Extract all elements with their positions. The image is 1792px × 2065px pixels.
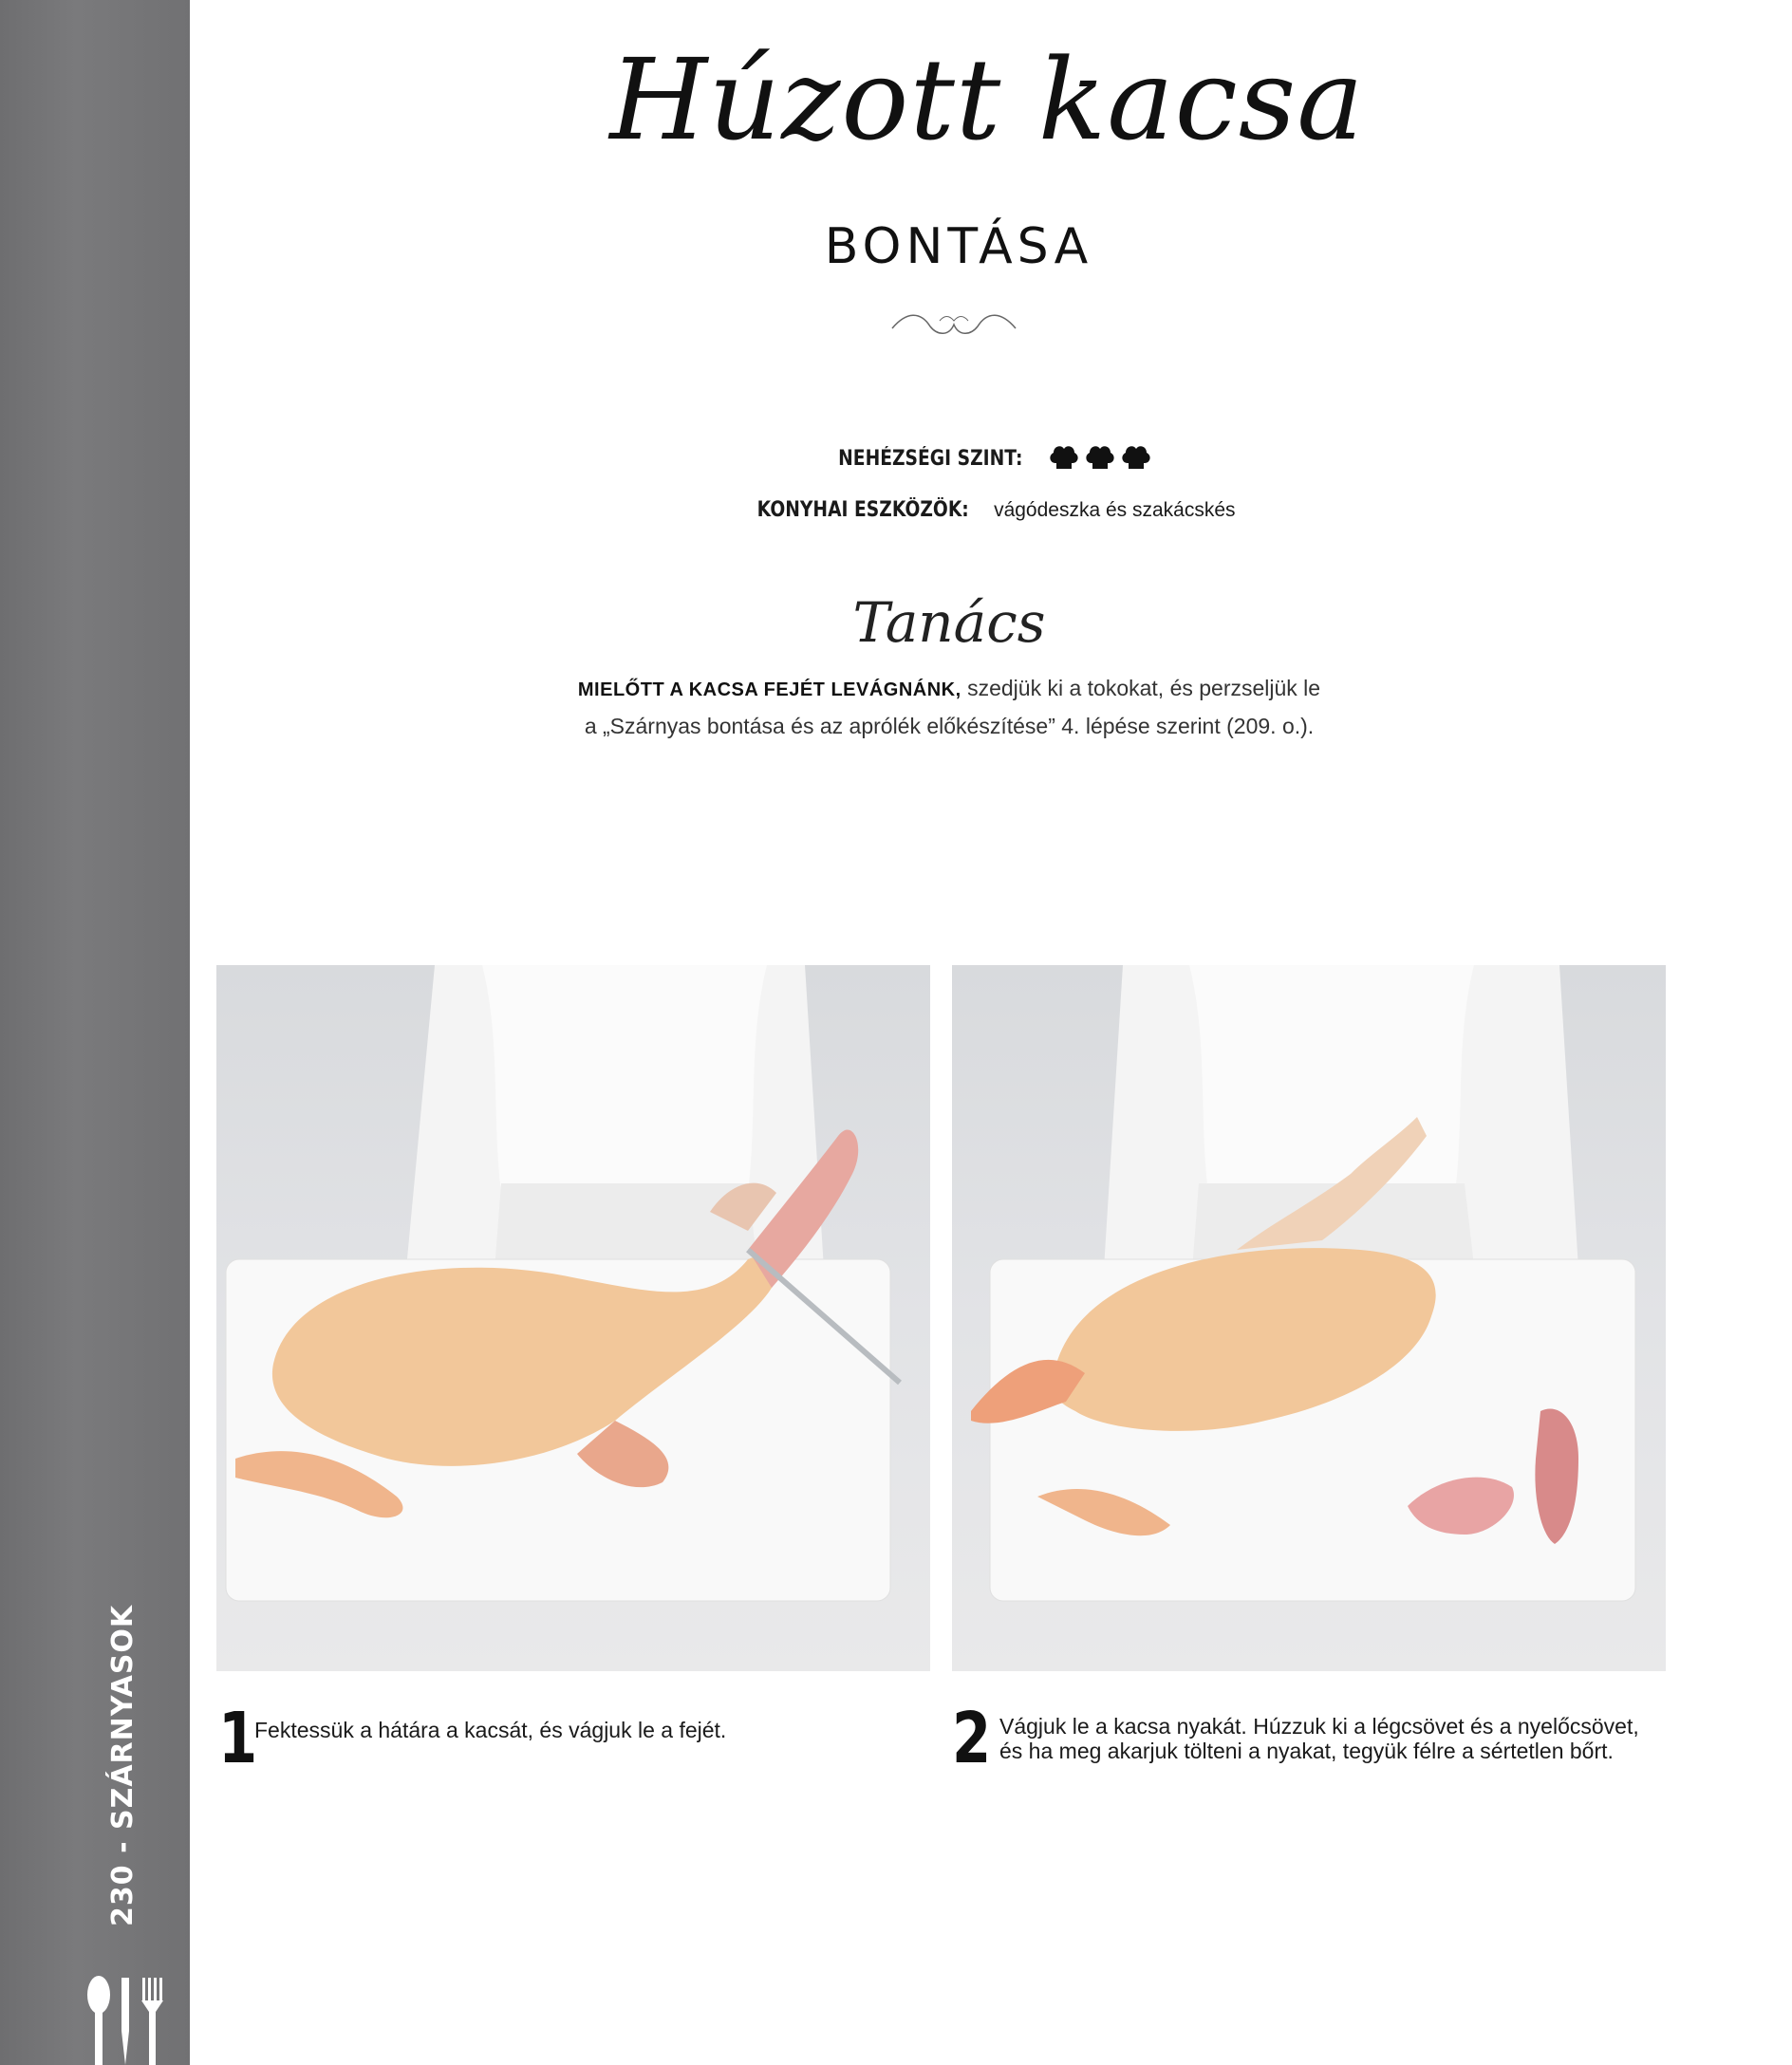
- step-2-number: 2: [952, 1698, 992, 1779]
- page-title-script: Húzott kacsa: [609, 34, 1365, 165]
- step-2-photo: [952, 965, 1666, 1671]
- step-1-photo: [216, 965, 930, 1671]
- flourish-ornament: [891, 314, 1017, 334]
- tools-row: KONYHAI ESZKÖZÖK: vágódeszka és szakácsk…: [569, 497, 1405, 522]
- difficulty-rating: [1048, 442, 1152, 471]
- difficulty-label: NEHÉZSÉGI SZINT:: [837, 447, 1023, 471]
- step-2-line2: és ha meg akarjuk tölteni a nyakat, tegy…: [999, 1739, 1614, 1763]
- chef-hat-icon: [1086, 446, 1114, 469]
- tip-text: MIELŐTT A KACSA FEJÉT LEVÁGNÁNK, szedjük…: [532, 670, 1367, 744]
- step-1-number: 1: [218, 1698, 258, 1779]
- step-2-line1: Vágjuk le a kacsa nyakát. Húzzuk ki a lé…: [999, 1714, 1639, 1739]
- step-1-text: Fektessük a hátára a kacsát, és vágjuk l…: [254, 1718, 727, 1742]
- page-title-sub: BONTÁSA: [824, 218, 1093, 275]
- difficulty-row: NEHÉZSÉGI SZINT:: [569, 442, 1405, 471]
- sidebar-band: 230 - SZÁRNYASOK: [0, 0, 190, 2065]
- tip-line2: a „Szárnyas bontása és az aprólék előkés…: [584, 714, 1315, 738]
- tip-title: Tanács: [852, 590, 1046, 655]
- tip-line1: szedjük ki a tokokat, és perzseljük le: [967, 676, 1321, 700]
- step-2-text: Vágjuk le a kacsa nyakát. Húzzuk ki a lé…: [999, 1714, 1639, 1763]
- chef-hat-icon: [1122, 446, 1150, 469]
- page-number-section-label: 230 - SZÁRNYASOK: [106, 1604, 140, 1926]
- tools-label: KONYHAI ESZKÖZÖK:: [757, 498, 970, 522]
- tip-lead: MIELŐTT A KACSA FEJÉT LEVÁGNÁNK,: [577, 679, 961, 700]
- tools-value: vágódeszka és szakácskés: [994, 499, 1236, 521]
- chef-hat-icon: [1050, 446, 1078, 469]
- cutlery-icon: [87, 1976, 163, 2065]
